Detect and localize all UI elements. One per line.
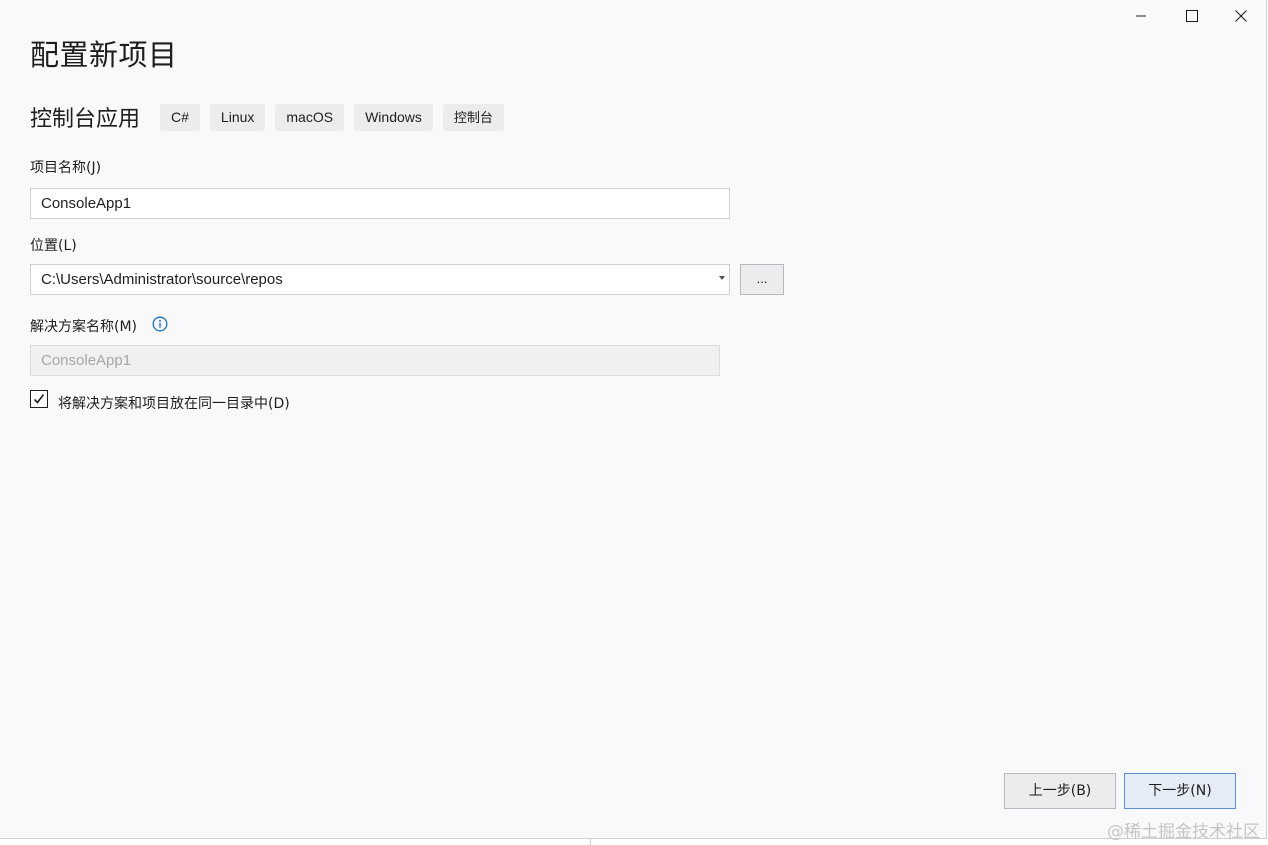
checkmark-icon — [33, 394, 45, 404]
browse-button[interactable]: ... — [740, 264, 784, 295]
same-directory-checkbox[interactable] — [30, 390, 48, 408]
tag-console: 控制台 — [442, 103, 504, 131]
template-name: 控制台应用 — [30, 107, 141, 132]
divider — [590, 838, 591, 845]
location-combobox[interactable]: C:\Users\Administrator\source\repos — [30, 264, 730, 295]
project-name-input[interactable] — [30, 188, 730, 219]
project-name-label: 项目名称(J) — [30, 160, 102, 176]
tag-csharp: C# — [160, 103, 200, 131]
same-directory-label[interactable]: 将解决方案和项目放在同一目录中(D) — [58, 393, 290, 413]
watermark: @稀土掘金技术社区 — [1107, 822, 1260, 842]
template-header: 控制台应用 C# Linux macOS Windows 控制台 — [30, 102, 514, 132]
solution-name-label: 解决方案名称(M) — [30, 319, 138, 335]
tag-macos: macOS — [275, 103, 345, 131]
info-icon[interactable] — [152, 316, 168, 332]
maximize-icon — [1186, 10, 1198, 22]
tag-windows: Windows — [354, 103, 433, 131]
solution-name-input: ConsoleApp1 — [30, 345, 720, 376]
chevron-down-icon[interactable] — [719, 276, 725, 280]
page-title: 配置新项目 — [30, 38, 178, 72]
location-label: 位置(L) — [30, 238, 77, 254]
location-value: C:\Users\Administrator\source\repos — [41, 271, 283, 288]
tag-linux: Linux — [209, 103, 266, 131]
configure-project-dialog: 配置新项目 控制台应用 C# Linux macOS Windows 控制台 项… — [0, 0, 1267, 839]
back-button[interactable]: 上一步(B) — [1004, 773, 1116, 809]
minimize-button[interactable] — [1118, 0, 1164, 32]
next-button[interactable]: 下一步(N) — [1124, 773, 1236, 809]
close-icon — [1235, 10, 1247, 22]
minimize-icon — [1136, 15, 1146, 17]
maximize-button[interactable] — [1169, 0, 1215, 32]
close-button[interactable] — [1218, 0, 1264, 32]
